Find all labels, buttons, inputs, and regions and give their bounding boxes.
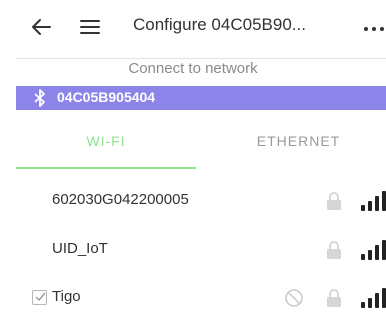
page-title: Configure 04C05B90...: [133, 15, 306, 34]
lock-icon: [327, 192, 341, 210]
checkmark-icon: [35, 292, 46, 302]
lock-icon: [327, 241, 341, 259]
lock-icon: [327, 289, 341, 307]
bluetooth-icon: [34, 89, 45, 107]
network-name: Tigo: [52, 288, 81, 305]
device-name: 04C05B905404: [57, 89, 156, 105]
tab-active-indicator: [16, 167, 196, 169]
network-checkbox[interactable]: [32, 290, 47, 305]
hamburger-menu-icon[interactable]: [80, 18, 100, 36]
network-row[interactable]: UID_IoT: [16, 227, 386, 273]
page-subtitle: Connect to network: [128, 60, 258, 77]
network-name: UID_IoT: [52, 240, 108, 257]
network-type-tabs: WI-FI ETHERNET: [16, 114, 386, 170]
device-bar: 04C05B905404: [16, 86, 386, 110]
app-header: Configure 04C05B90...: [0, 0, 386, 58]
more-options-icon[interactable]: [362, 18, 386, 38]
back-arrow-icon[interactable]: [30, 16, 52, 38]
network-name: 602030G042200005: [52, 191, 189, 208]
tab-ethernet[interactable]: ETHERNET: [211, 114, 386, 170]
network-row[interactable]: 602030G042200005: [16, 178, 386, 224]
wifi-signal-icon: [361, 191, 386, 211]
network-row-selected[interactable]: Tigo: [16, 275, 386, 321]
tab-wifi[interactable]: WI-FI: [16, 114, 196, 170]
blocked-icon[interactable]: [284, 288, 304, 308]
wifi-signal-icon: [361, 288, 386, 308]
wifi-signal-icon: [361, 240, 386, 260]
